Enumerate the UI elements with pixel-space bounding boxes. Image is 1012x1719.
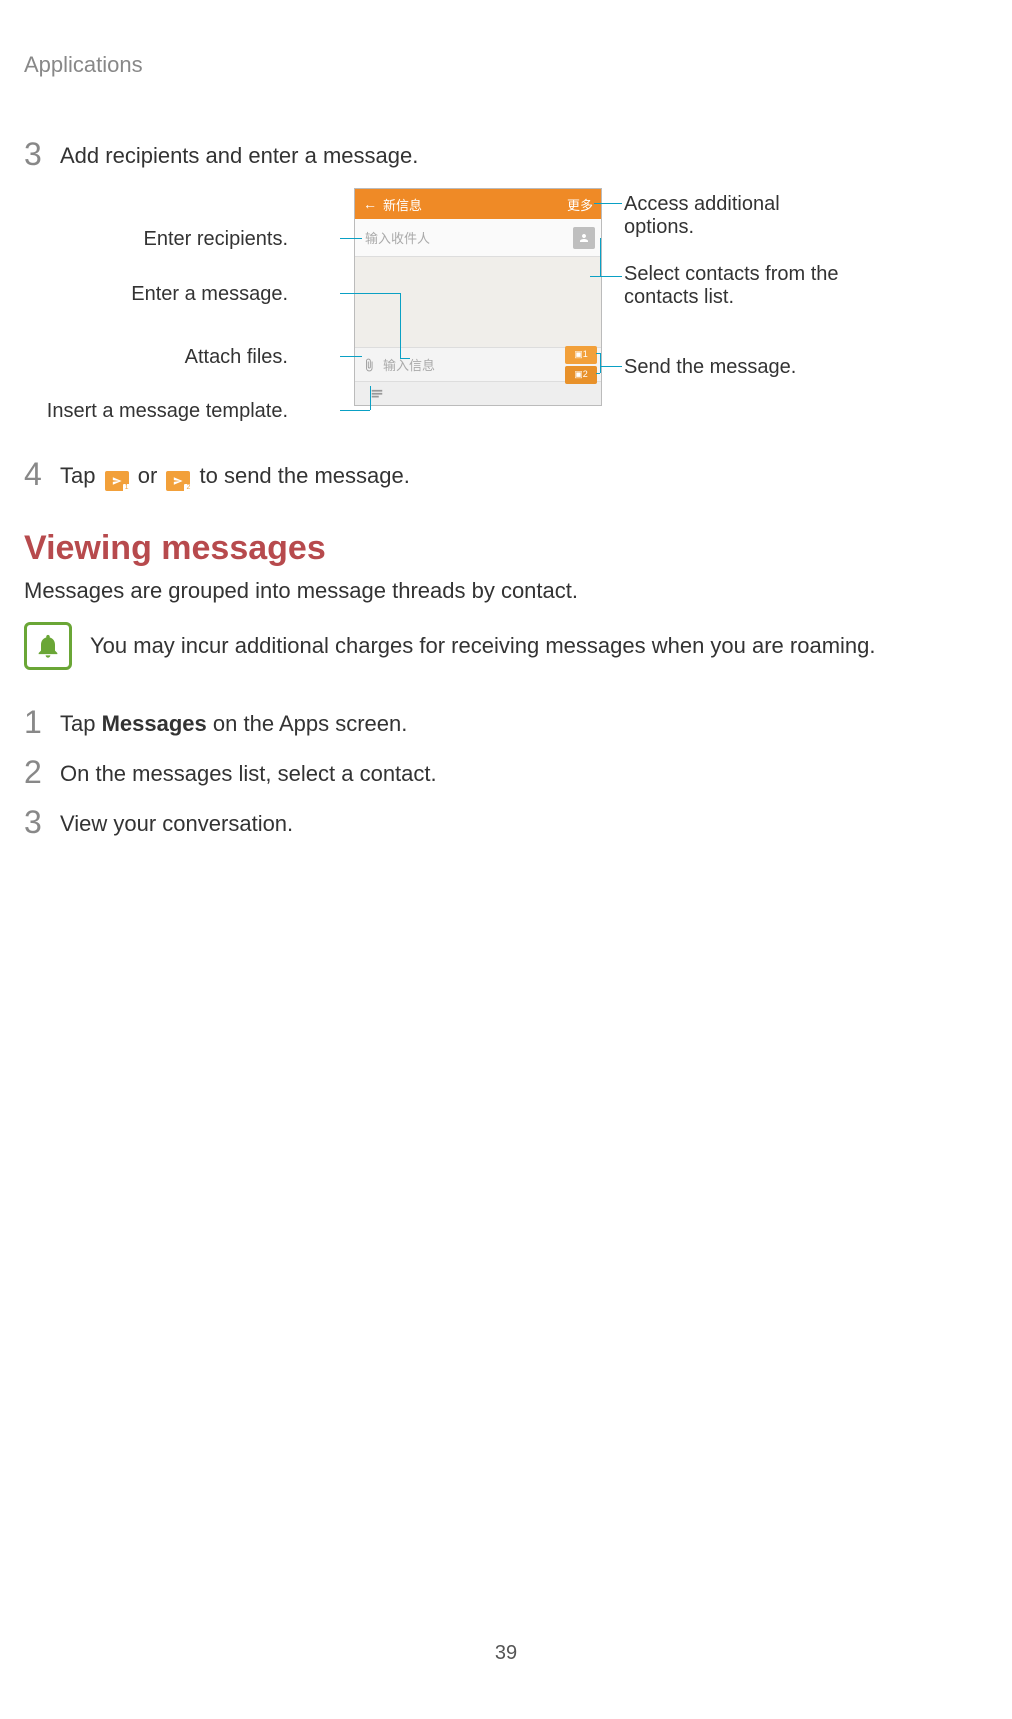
callout-line [340,410,370,411]
mock-recipient-row: 输入收件人 [355,219,601,257]
mock-body [355,257,601,347]
page-number: 39 [0,1642,1012,1665]
send-sim2-icon: ▣2 [565,366,597,384]
body-text-grouped: Messages are grouped into message thread… [24,578,988,604]
callout-attach-files: Attach files. [185,346,288,369]
step-b1: 1 Tap Messages on the Apps screen. [24,706,988,738]
callout-send-message: Send the message. [624,356,844,379]
mock-recipient-input: 输入收件人 [361,228,573,247]
mock-titlebar: ← 新信息 更多 [355,189,601,219]
phone-mock: ← 新信息 更多 输入收件人 输入信息 ▣1 ▣2 [354,188,602,406]
mock-title: 新信息 [383,195,422,214]
step-4: 4 Tap 1 or 2 to send the message. [24,458,988,491]
step-text: On the messages list, select a contact. [60,756,437,787]
callout-line [596,353,600,354]
page-header: Applications [24,52,988,78]
mock-more: 更多 [567,195,593,214]
callout-line [370,386,371,410]
step-text: Add recipients and enter a message. [60,138,418,169]
callout-line [400,358,410,359]
step-text: Tap Messages on the Apps screen. [60,706,407,737]
callout-line [600,276,622,277]
mock-contacts-button [573,227,595,249]
step-3: 3 Add recipients and enter a message. [24,138,988,170]
callout-line [600,238,601,276]
callout-line [340,293,400,294]
callout-line [596,373,600,374]
step-b3: 3 View your conversation. [24,806,988,838]
step-number: 3 [24,806,60,838]
mock-send-buttons: ▣1 ▣2 [565,346,601,384]
step-text: Tap 1 or 2 to send the message. [60,458,410,491]
callout-line [400,293,401,358]
step-number: 3 [24,138,60,170]
attach-icon [355,358,383,372]
mock-input-row: 输入信息 ▣1 ▣2 [355,347,601,381]
callout-line [340,238,362,239]
template-icon [363,387,391,401]
callout-line [600,366,622,367]
callout-insert-template: Insert a message template. [47,400,288,423]
note-text: You may incur additional charges for rec… [90,633,876,659]
back-icon: ← [363,196,377,212]
section-title: Viewing messages [24,529,988,568]
callout-enter-message: Enter a message. [131,283,288,306]
mock-message-input: 输入信息 [383,355,565,374]
step-b2: 2 On the messages list, select a contact… [24,756,988,788]
send-sim1-icon: ▣1 [565,346,597,364]
callout-line [340,356,362,357]
callout-line [594,203,622,204]
callout-line [600,353,601,373]
callout-select-contacts: Select contacts from the contacts list. [624,263,844,309]
callout-additional-options: Access additional options. [624,193,844,239]
step-number: 2 [24,756,60,788]
step-number: 1 [24,706,60,738]
step-text: View your conversation. [60,806,293,837]
annotated-screenshot: ← 新信息 更多 输入收件人 输入信息 ▣1 ▣2 [24,188,988,428]
step-number: 4 [24,458,60,490]
note-row: You may incur additional charges for rec… [24,622,988,670]
callout-line [590,276,600,277]
bell-icon [24,622,72,670]
mock-template-row [355,381,601,405]
callout-enter-recipients: Enter recipients. [143,228,288,251]
